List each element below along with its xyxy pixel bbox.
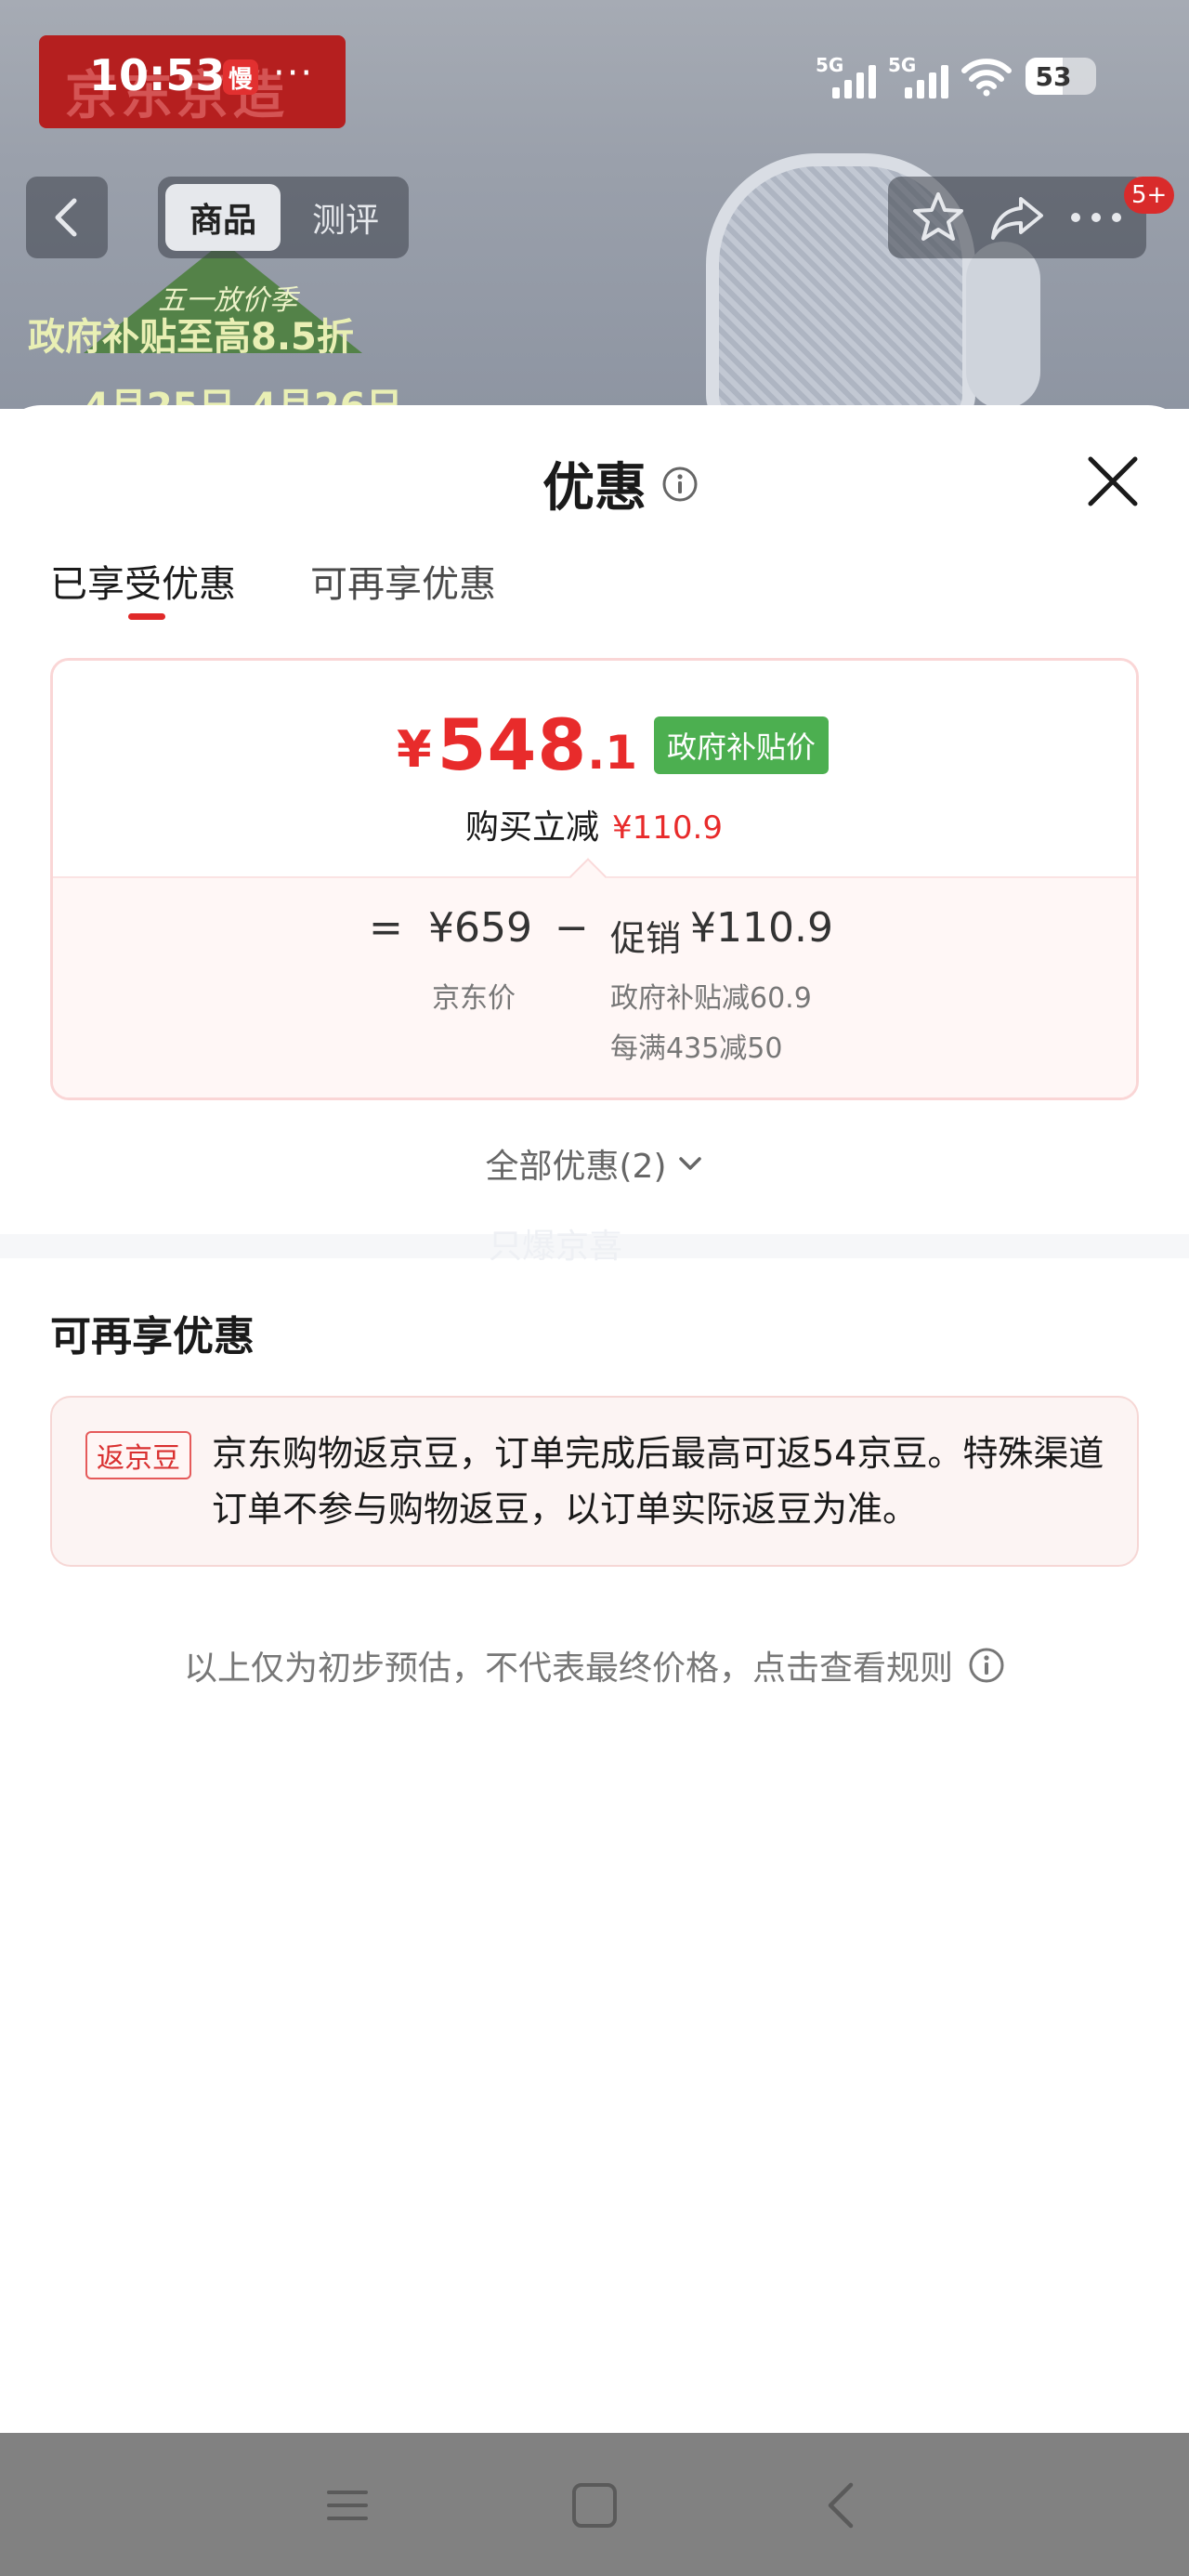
- signal-icon-sim1: 5G: [816, 54, 876, 99]
- price-disclaimer[interactable]: 以上仅为初步预估，不代表最终价格，点击查看规则: [0, 1641, 1189, 1689]
- formula-promo-label: 促销: [610, 918, 682, 959]
- all-discounts-toggle[interactable]: 全部优惠(2): [0, 1139, 1189, 1188]
- product-tabs: 商品 测评: [158, 177, 409, 258]
- tab-enjoyed-label: 已享受优惠: [50, 563, 236, 606]
- product-actions: [888, 177, 1146, 258]
- battery-percentage: 53: [1035, 60, 1072, 92]
- price-decimal: .1: [587, 725, 638, 780]
- back-nav-icon[interactable]: [814, 2477, 869, 2533]
- formula-base-label: 京东价: [432, 982, 516, 1015]
- promo-line-2: 政府补贴至高8.5折: [28, 316, 354, 359]
- formula-promo-value: ¥110.9: [690, 904, 833, 952]
- menu-icon[interactable]: [320, 2477, 375, 2533]
- more-notifications-icon: ···: [273, 52, 315, 95]
- final-price-section: ¥ 548 .1 政府补贴价 购买立减 ¥110.9: [53, 661, 1136, 876]
- price-currency: ¥: [397, 720, 432, 779]
- home-icon[interactable]: [567, 2477, 622, 2533]
- chevron-down-icon: [678, 1157, 701, 1170]
- back-button[interactable]: [26, 177, 108, 258]
- rules-info-icon[interactable]: [968, 1647, 1005, 1684]
- more-options-icon[interactable]: [1068, 210, 1124, 225]
- discount-tabs: 已享受优惠 可再享优惠: [50, 554, 496, 628]
- share-icon[interactable]: [989, 193, 1045, 242]
- message-count-badge: 5+: [1124, 177, 1175, 214]
- subsidy-price-badge: 政府补贴价: [654, 716, 830, 774]
- price-integer: 548: [437, 703, 588, 786]
- jingdou-reward-card: 返京豆 京东购物返京豆，订单完成后最高可返54京豆。特殊渠道订单不参与购物返豆，…: [50, 1396, 1139, 1567]
- tab-more-label: 可再享优惠: [310, 563, 496, 606]
- formula-base-price: ¥659: [428, 904, 532, 952]
- sheet-header: 优惠: [0, 405, 1189, 554]
- signal-icon-sim2: 5G: [888, 54, 948, 99]
- chevron-left-icon: [55, 198, 77, 237]
- reduction-label: 购买立减: [465, 808, 600, 847]
- instant-reduction: 购买立减 ¥110.9: [465, 800, 723, 848]
- tab-review[interactable]: 测评: [288, 184, 403, 251]
- product-image-chair-arm: [966, 242, 1040, 409]
- tab-more-discounts[interactable]: 可再享优惠: [310, 554, 496, 619]
- promo-line-3: 4月25日-4月26日: [84, 386, 403, 409]
- jingdou-tag: 返京豆: [85, 1431, 191, 1479]
- discount-sheet: 优惠 已享受优惠 可再享优惠 ¥ 548 .1 政府补贴价 购买立减 ¥110.…: [0, 405, 1189, 2433]
- price-formula-section: = ¥659 京东价 − 促销 ¥110.9 政府补贴减60.9 每满435减5…: [53, 876, 1136, 1097]
- status-bar: 10:53 慢 ··· 5G 5G 53: [0, 37, 1189, 121]
- all-discounts-label: 全部优惠(2): [485, 1148, 667, 1186]
- formula-minus: −: [555, 904, 589, 952]
- info-icon[interactable]: [661, 466, 699, 503]
- sheet-title: 优惠: [542, 458, 647, 519]
- wifi-icon: [961, 59, 1012, 97]
- status-time: 10:53: [89, 50, 226, 100]
- active-tab-indicator: [128, 613, 165, 620]
- formula-equals: =: [369, 904, 403, 952]
- final-price: ¥ 548 .1 政府补贴价: [397, 703, 830, 786]
- notification-app-icon: 慢: [223, 59, 258, 95]
- promo-banner: 五一放价季 政府补贴至高8.5折 4月25日-4月26日: [19, 242, 437, 409]
- promo-detail-subsidy: 政府补贴减60.9: [610, 982, 812, 1015]
- status-indicators: 5G 5G 53: [816, 54, 1096, 99]
- price-breakdown-card: ¥ 548 .1 政府补贴价 购买立减 ¥110.9 = ¥659 京东价 − …: [50, 658, 1139, 1100]
- promo-detail-threshold: 每满435减50: [610, 1032, 783, 1065]
- system-navigation-bar: [0, 2433, 1189, 2576]
- star-favorite-icon[interactable]: [910, 191, 966, 244]
- reduction-value: ¥110.9: [612, 809, 723, 847]
- faded-background-text: 只爆京喜: [489, 1228, 623, 1266]
- tab-product[interactable]: 商品: [165, 184, 281, 251]
- battery-icon: 53: [1026, 58, 1096, 95]
- disclaimer-text: 以上仅为初步预估，不代表最终价格，点击查看规则: [183, 1649, 953, 1688]
- jingdou-description: 京东购物返京豆，订单完成后最高可返54京豆。特殊渠道订单不参与购物返豆，以订单实…: [212, 1433, 1104, 1530]
- more-discounts-heading: 可再享优惠: [50, 1313, 255, 1360]
- sheet-title-group: 优惠: [542, 446, 699, 521]
- close-icon[interactable]: [1083, 452, 1143, 511]
- tab-enjoyed-discounts[interactable]: 已享受优惠: [50, 554, 236, 620]
